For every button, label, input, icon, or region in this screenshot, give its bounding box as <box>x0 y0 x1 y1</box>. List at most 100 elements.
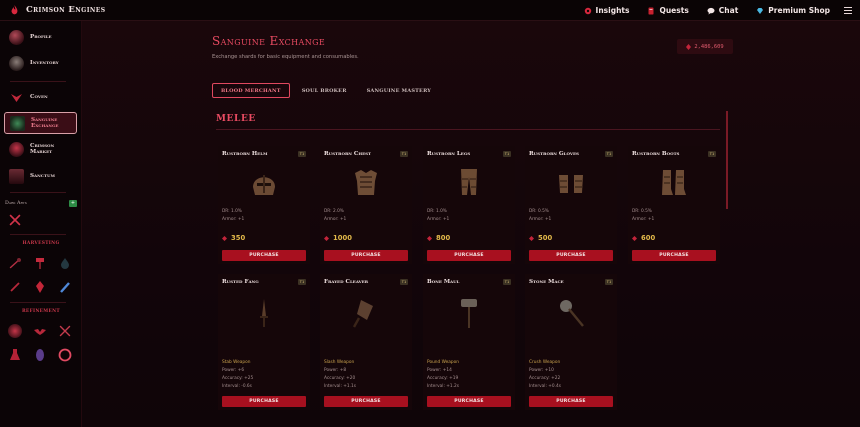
hammer-icon[interactable] <box>33 256 47 270</box>
price-value: 500 <box>538 234 553 242</box>
stat-dr: DR: 2.0% <box>324 209 344 214</box>
purchase-button[interactable]: PURCHASE <box>427 396 511 407</box>
item-name: Rustborn Chest <box>324 151 372 157</box>
harvesting-heading: HARVESTING <box>22 241 60 246</box>
nav-quests[interactable]: Quests <box>647 6 689 15</box>
sidebar-item-inventory[interactable]: Inventory <box>4 52 77 74</box>
dark-arts-header: Dark Arts + <box>5 200 77 207</box>
hamburger-menu-icon[interactable] <box>844 7 852 14</box>
refinement-heading: REFINEMENT <box>21 309 60 314</box>
top-bar: Crimson Engines Insights Quests Chat Pre… <box>0 0 860 21</box>
blade-icon[interactable] <box>8 280 22 294</box>
gloves-icon <box>559 175 583 193</box>
section-title: MELEE <box>216 114 256 124</box>
sidebar-item-sanguine-exchange[interactable]: Sanguine Exchange <box>4 112 77 134</box>
purchase-button[interactable]: PURCHASE <box>632 250 716 261</box>
item-card: Rustborn Helm T1 DR: 1.0% Armor: +1 350 … <box>218 146 310 264</box>
drop-icon[interactable] <box>58 256 72 270</box>
purchase-button[interactable]: PURCHASE <box>222 396 306 407</box>
main-content: Sanguine Exchange Exchange shards for ba… <box>82 21 860 427</box>
sidebar-item-label: Sanctum <box>30 172 55 179</box>
page-subtitle: Exchange shards for basic equipment and … <box>212 54 359 60</box>
soul-gem-icon[interactable] <box>33 348 47 362</box>
item-price: 1000 <box>324 234 352 242</box>
sidebar-item-crimson-market[interactable]: Crimson Market <box>4 138 77 160</box>
stat-armor: Armor: +1 <box>324 217 347 222</box>
exchange-icon <box>10 115 25 131</box>
item-name: Frayed Cleaver <box>324 279 369 285</box>
market-icon <box>9 141 24 157</box>
weapon-category: Slash Weapon <box>324 360 355 365</box>
feather-icon[interactable] <box>58 280 72 294</box>
nav-chat-label: Chat <box>718 6 739 15</box>
dark-arts-badge[interactable]: + <box>69 200 77 207</box>
stat-interval: Interval: +1.1s <box>324 384 356 389</box>
item-card: Frayed Cleaver T1 Slash Weapon Power: +8… <box>320 274 412 410</box>
maul-icon <box>461 299 477 328</box>
stat-accuracy: Accuracy: +25 <box>222 376 254 381</box>
sidebar-divider <box>10 234 66 235</box>
crossed-swords-icon[interactable] <box>8 213 22 227</box>
item-card: Rustborn Boots T1 DR: 0.5% Armor: +1 600… <box>628 146 720 264</box>
item-card: Rustborn Chest T1 DR: 2.0% Armor: +1 100… <box>320 146 412 264</box>
stat-interval: Interval: +1.2s <box>427 384 459 389</box>
scrollbar[interactable] <box>726 111 728 209</box>
sidebar-item-profile[interactable]: Profile <box>4 26 77 48</box>
mace-icon <box>560 300 584 327</box>
flask-icon[interactable] <box>8 348 22 362</box>
serpent-icon[interactable] <box>58 348 72 362</box>
page-title: Sanguine Exchange <box>212 34 326 48</box>
tab-sanguine-mastery[interactable]: SANGUINE MASTERY <box>359 83 439 98</box>
stat-dr: DR: 0.5% <box>632 209 652 214</box>
profile-icon <box>9 29 24 45</box>
stat-accuracy: Accuracy: +20 <box>324 376 356 381</box>
purchase-button[interactable]: PURCHASE <box>529 396 613 407</box>
dark-arts-label: Dark Arts <box>5 201 27 206</box>
nav-premium-shop[interactable]: Premium Shop <box>756 6 830 15</box>
tier-badge: T1 <box>605 279 613 285</box>
sidebar-item-label: Coven <box>30 93 48 100</box>
shard-icon <box>427 235 432 241</box>
tier-badge: T1 <box>708 151 716 157</box>
diamond-icon <box>757 7 764 14</box>
item-name: Bone Maul <box>427 279 460 285</box>
brand-name: Crimson Engines <box>26 5 106 15</box>
stat-interval: Interval: +0.4s <box>529 384 561 389</box>
quests-icon <box>648 7 654 14</box>
brand[interactable]: Crimson Engines <box>10 4 106 16</box>
sidebar-divider <box>10 81 66 82</box>
stat-dr: DR: 0.5% <box>529 209 549 214</box>
sidebar-item-label: Profile <box>30 33 52 40</box>
nav-insights[interactable]: Insights <box>584 6 629 15</box>
purchase-button[interactable]: PURCHASE <box>427 250 511 261</box>
tier-badge: T1 <box>400 279 408 285</box>
item-card: Bone Maul T1 Pound Weapon Power: +14 Acc… <box>423 274 515 410</box>
sickle-icon[interactable] <box>8 256 22 270</box>
sidebar-divider <box>10 302 66 303</box>
tab-soul-broker[interactable]: SOUL BROKER <box>294 83 355 98</box>
item-card: Rustborn Legs T1 DR: 1.0% Armor: +1 800 … <box>423 146 515 264</box>
axes-icon[interactable] <box>58 324 72 338</box>
stat-power: Power: +10 <box>529 368 554 373</box>
shard-icon <box>222 235 227 241</box>
bat-icon[interactable] <box>33 324 47 338</box>
purchase-button[interactable]: PURCHASE <box>529 250 613 261</box>
stat-interval: Interval: -0.6s <box>222 384 252 389</box>
helm-icon <box>253 175 275 195</box>
purchase-button[interactable]: PURCHASE <box>324 396 408 407</box>
crystal-icon[interactable] <box>33 280 47 294</box>
sidebar-divider <box>10 192 66 193</box>
sidebar-item-coven[interactable]: Coven <box>4 86 77 108</box>
sidebar-item-sanctum[interactable]: Sanctum <box>4 165 77 187</box>
nav-chat[interactable]: Chat <box>707 6 739 15</box>
section-divider <box>216 129 720 130</box>
tier-badge: T1 <box>605 151 613 157</box>
weapon-category: Stab Weapon <box>222 360 251 365</box>
stat-dr: DR: 1.0% <box>222 209 242 214</box>
item-card: Rusted Fang T1 Stab Weapon Power: +6 Acc… <box>218 274 310 410</box>
item-price: 500 <box>529 234 552 242</box>
tab-blood-merchant[interactable]: BLOOD MERCHANT <box>212 83 290 98</box>
purchase-button[interactable]: PURCHASE <box>222 250 306 261</box>
skull-icon[interactable] <box>8 324 22 338</box>
purchase-button[interactable]: PURCHASE <box>324 250 408 261</box>
